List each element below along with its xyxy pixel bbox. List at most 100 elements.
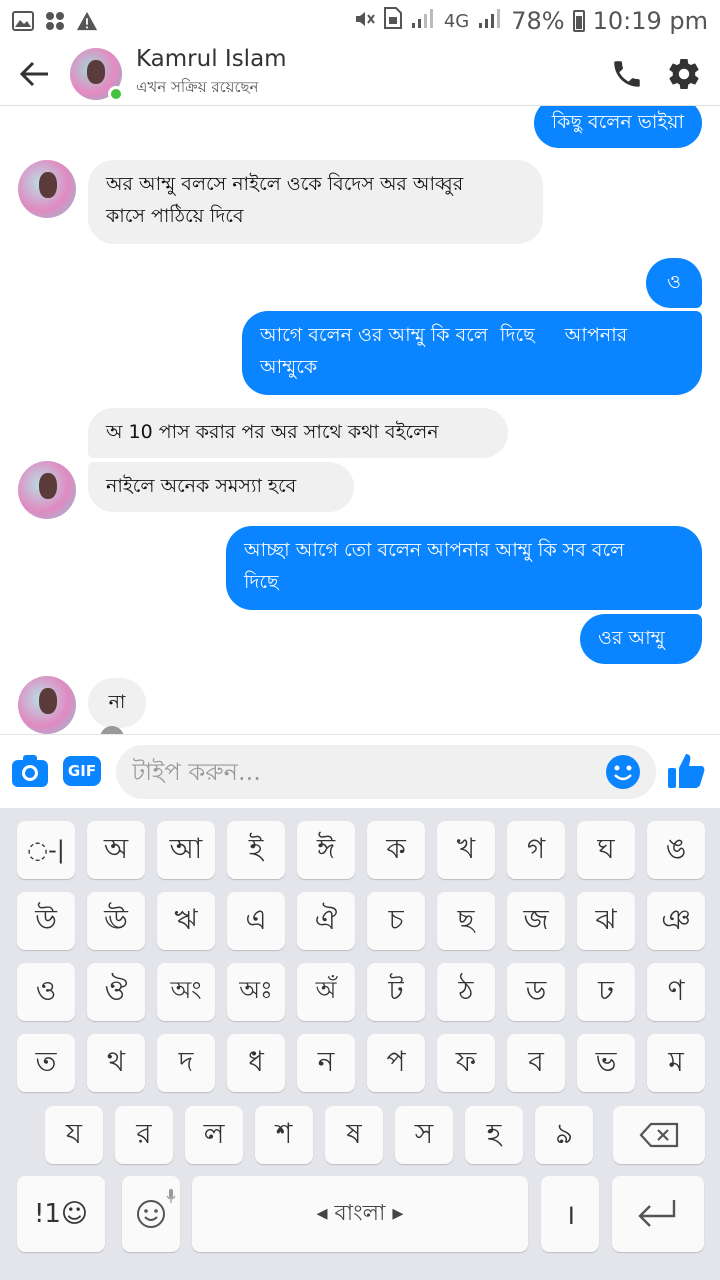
key-label: ষ (346, 1116, 362, 1150)
key-4-7[interactable]: ঌ (535, 1106, 593, 1164)
message-list[interactable]: কিছু বলেন ভাইয়া অর আম্মু বলসে নাইলে ওকে… (0, 106, 720, 734)
key-label: ফ (455, 1044, 477, 1078)
key-2-4[interactable]: অঁ (297, 963, 355, 1021)
key-1-2[interactable]: ঋ (157, 892, 215, 950)
key-0-1[interactable]: অ (87, 821, 145, 879)
key-label: ল (203, 1116, 225, 1150)
contact-avatar[interactable] (70, 47, 124, 102)
message-input[interactable] (132, 758, 606, 786)
message-incoming[interactable]: অ 10 পাস করার পর অর সাথে কথা বইলেন (88, 408, 508, 458)
key-label: স (414, 1116, 434, 1150)
message-outgoing[interactable]: আচ্ছা আগে তো বলেন আপনার আম্মু কি সব বলে … (226, 526, 702, 610)
emoji-icon[interactable] (606, 755, 640, 789)
sender-avatar[interactable] (18, 461, 76, 519)
message-incoming[interactable]: নাইলে অনেক সমস্যা হবে (88, 462, 354, 512)
key-2-1[interactable]: ঔ (87, 963, 145, 1021)
key-1-1[interactable]: ঊ (87, 892, 145, 950)
key-label: ঐ (314, 902, 338, 936)
message-outgoing[interactable]: কিছু বলেন ভাইয়া (533, 106, 702, 148)
camera-icon[interactable] (4, 745, 56, 797)
key-1-5[interactable]: চ (367, 892, 425, 950)
sender-avatar[interactable] (18, 676, 76, 734)
key-3-1[interactable]: থ (87, 1034, 145, 1092)
like-thumb-icon[interactable] (660, 745, 712, 797)
message-input-wrapper[interactable] (116, 745, 656, 799)
key-label: ত (35, 1044, 57, 1078)
danda-label: । (564, 1198, 576, 1231)
key-label: য (65, 1116, 83, 1150)
key-2-5[interactable]: ট (367, 963, 425, 1021)
apps-icon (44, 10, 66, 32)
key-0-2[interactable]: আ (157, 821, 215, 879)
message-outgoing[interactable]: আগে বলেন ওর আম্মু কি বলে দিছে আপনার আম্ম… (242, 311, 702, 395)
key-0-3[interactable]: ই (227, 821, 285, 879)
contact-name: Kamrul Islam (136, 46, 287, 72)
key-3-9[interactable]: ম (647, 1034, 705, 1092)
key-4-3[interactable]: শ (255, 1106, 313, 1164)
message-incoming[interactable]: অর আম্মু বলসে নাইলে ওকে বিদেস অর আব্বুর … (88, 160, 543, 244)
key-label: ঙ (665, 831, 687, 865)
key-0-5[interactable]: ক (367, 821, 425, 879)
key-label: ঋ (174, 902, 198, 936)
key-3-7[interactable]: ব (507, 1034, 565, 1092)
contact-info[interactable]: Kamrul Islam এখন সক্রিয় রয়েছেন (136, 46, 287, 101)
key-4-0[interactable]: য (45, 1106, 103, 1164)
key-0-6[interactable]: খ (437, 821, 495, 879)
key-4-1[interactable]: র (115, 1106, 173, 1164)
phone-call-icon[interactable] (610, 57, 644, 91)
key-1-3[interactable]: এ (227, 892, 285, 950)
key-3-3[interactable]: ধ (227, 1034, 285, 1092)
emoji-key[interactable] (122, 1176, 180, 1252)
key-label: ঌ (555, 1116, 573, 1150)
key-label: ঔ (104, 973, 128, 1007)
enter-key[interactable] (612, 1176, 704, 1252)
danda-key[interactable]: । (541, 1176, 599, 1252)
back-arrow-icon[interactable] (0, 42, 70, 106)
message-outgoing[interactable]: ওর আম্মু (580, 614, 702, 664)
key-1-8[interactable]: ঝ (577, 892, 635, 950)
key-4-6[interactable]: হ (465, 1106, 523, 1164)
key-2-0[interactable]: ও (17, 963, 75, 1021)
key-1-7[interactable]: জ (507, 892, 565, 950)
key-2-6[interactable]: ঠ (437, 963, 495, 1021)
key-1-9[interactable]: ঞ (647, 892, 705, 950)
message-incoming[interactable]: না (88, 678, 146, 728)
key-3-2[interactable]: দ (157, 1034, 215, 1092)
message-text: কিছু বলেন ভাইয়া (551, 111, 684, 133)
key-0-9[interactable]: ঙ (647, 821, 705, 879)
message-text-line: অর আম্মু বলসে নাইলে ওকে বিদেস অর আব্বুর (106, 173, 464, 195)
key-0-0[interactable]: ◌-| (17, 821, 75, 879)
key-3-0[interactable]: ত (17, 1034, 75, 1092)
key-2-3[interactable]: অঃ (227, 963, 285, 1021)
key-1-6[interactable]: ছ (437, 892, 495, 950)
key-3-5[interactable]: প (367, 1034, 425, 1092)
message-text-line: দিছে (244, 571, 279, 593)
key-label: প (386, 1044, 406, 1078)
gif-button[interactable]: GIF (56, 745, 108, 797)
key-0-7[interactable]: গ (507, 821, 565, 879)
settings-gear-icon[interactable] (666, 56, 702, 92)
symbols-key[interactable]: !1☺ (17, 1176, 105, 1252)
key-3-8[interactable]: ভ (577, 1034, 635, 1092)
key-1-0[interactable]: উ (17, 892, 75, 950)
key-2-7[interactable]: ড (507, 963, 565, 1021)
key-label: চ (388, 902, 404, 936)
message-outgoing[interactable]: ও (646, 258, 702, 308)
key-1-4[interactable]: ঐ (297, 892, 355, 950)
key-0-4[interactable]: ঈ (297, 821, 355, 879)
space-key[interactable]: ◂ বাংলা ▸ (192, 1176, 528, 1252)
key-4-2[interactable]: ল (185, 1106, 243, 1164)
key-label: ছ (457, 902, 475, 936)
enter-icon (638, 1200, 676, 1227)
key-4-4[interactable]: ষ (325, 1106, 383, 1164)
backspace-key[interactable] (613, 1106, 705, 1164)
key-label: আ (169, 831, 203, 865)
key-3-6[interactable]: ফ (437, 1034, 495, 1092)
key-0-8[interactable]: ঘ (577, 821, 635, 879)
key-2-9[interactable]: ণ (647, 963, 705, 1021)
key-4-5[interactable]: স (395, 1106, 453, 1164)
key-2-2[interactable]: অং (157, 963, 215, 1021)
key-2-8[interactable]: ঢ (577, 963, 635, 1021)
key-3-4[interactable]: ন (297, 1034, 355, 1092)
sender-avatar[interactable] (18, 160, 76, 218)
